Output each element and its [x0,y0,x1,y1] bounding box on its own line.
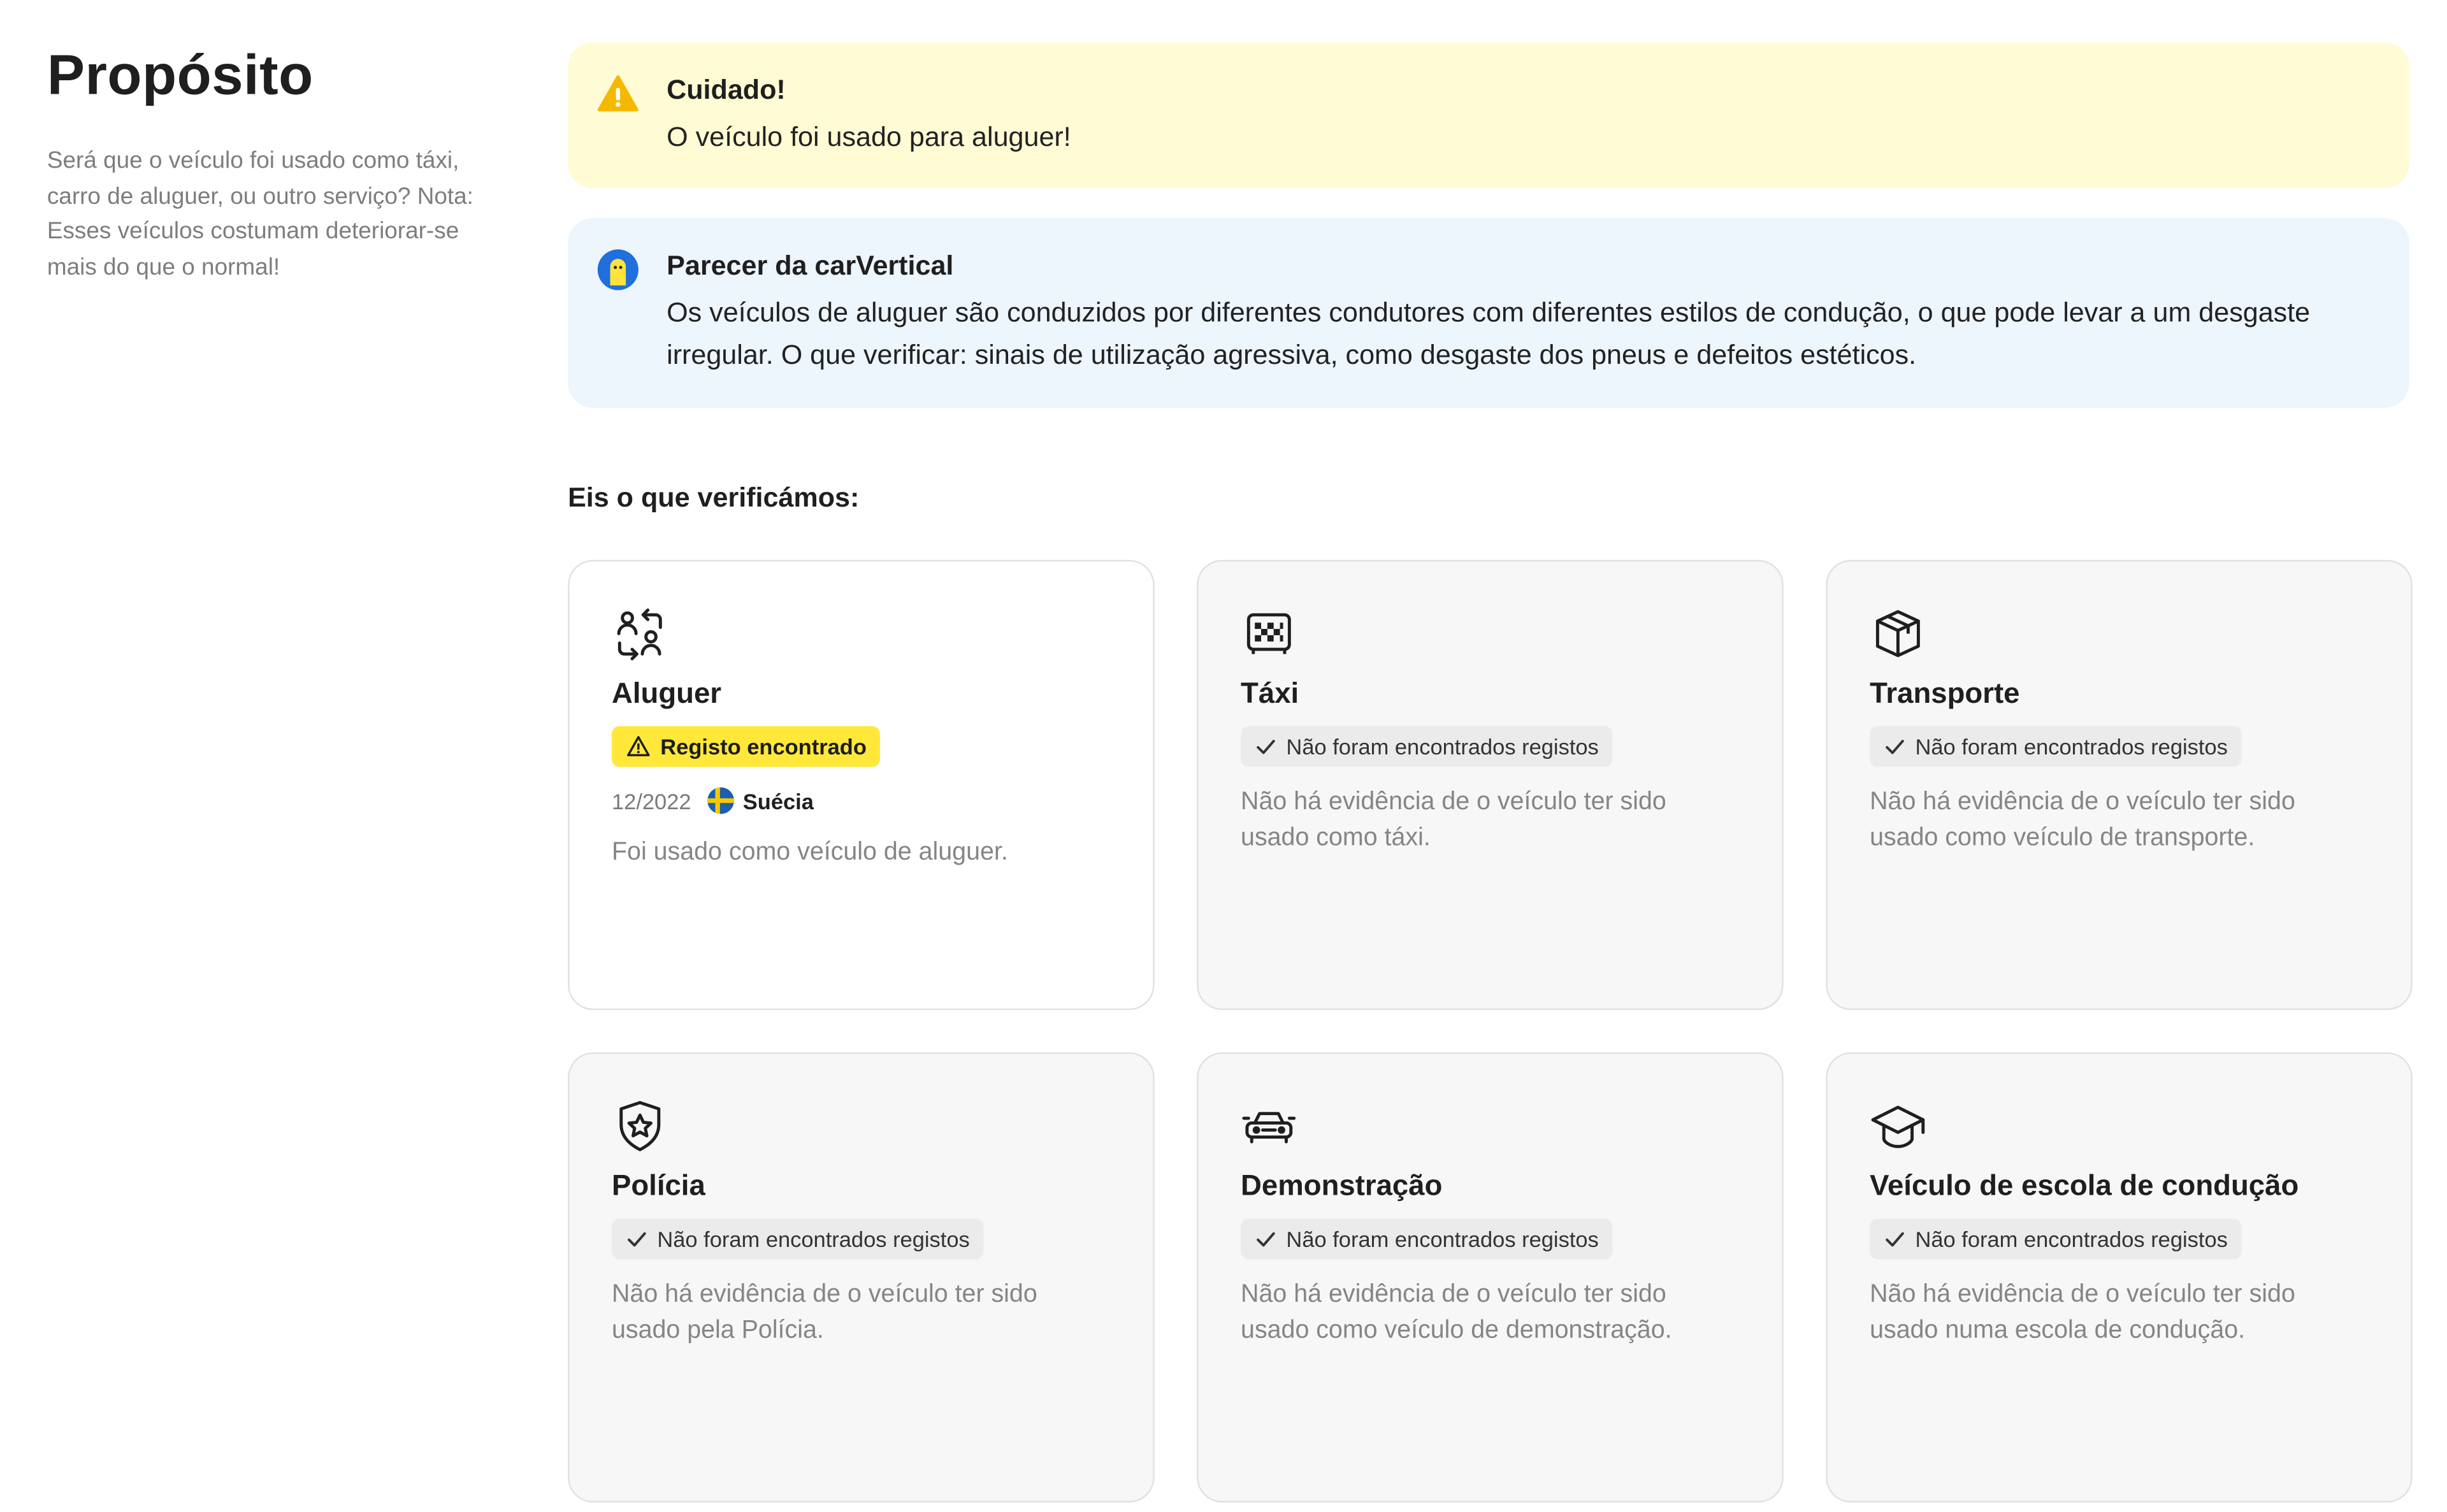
check-title: Veículo de escola de condução [1870,1168,2299,1202]
page-title: Propósito [47,42,314,107]
check-icon [1886,740,1904,754]
check-title: Transporte [1870,675,2020,709]
check-card-taxi: Táxi Não foram encontrados registos Não … [1197,559,1784,1011]
section-description: Será que o veículo foi usado como táxi, … [47,147,473,280]
sweden-flag-icon [707,787,734,814]
warning-triangle-icon [627,736,650,756]
taxi-icon [1246,613,1291,654]
rental-swap-icon [617,608,662,661]
section-main: Cuidado! O veículo foi usado para alugue… [568,42,2413,1503]
status-badge-label: Não foram encontrados registos [1286,1226,1599,1252]
status-badge-label: Registo encontrado [660,733,867,760]
police-shield-icon [619,1100,661,1151]
check-description: Não há evidência de o veículo ter sido u… [1241,789,1666,851]
check-card-rental: Aluguer Registo encontrado 12/2022 Suéci… [568,559,1155,1011]
check-title: Demonstração [1241,1168,1443,1202]
status-badge-label: Não foram encontrados registos [1286,733,1599,760]
record-country-label: Suécia [742,788,814,814]
check-description: Não há evidência de o veículo ter sido u… [1870,789,2295,851]
status-badge: Não foram encontrados registos [611,1218,984,1260]
check-title: Polícia [611,1168,705,1202]
check-title: Táxi [1241,675,1299,709]
check-card-driving-school: Veículo de escola de condução Não foram … [1826,1052,2413,1503]
checks-heading: Eis o que verificámos: [568,481,860,513]
check-description: Não há evidência de o veículo ter sido u… [1241,1281,1672,1344]
check-card-demo: Demonstração Não foram encontrados regis… [1197,1052,1784,1503]
info-alert-text: Os veículos de aluguer são conduzidos po… [667,296,2311,370]
check-icon [1257,740,1275,754]
info-alert: Parecer da carVertical Os veículos de al… [568,218,2409,408]
status-badge-label: Não foram encontrados registos [657,1226,970,1252]
record-date: 12/2022 [611,788,691,814]
warning-alert-text: O veículo foi usado para aluguer! [667,120,1071,152]
status-badge-label: Não foram encontrados registos [1915,733,2228,760]
warning-triangle-icon [597,75,639,112]
section-sidebar: Propósito Será que o veículo foi usado c… [47,41,494,285]
warning-alert-title: Cuidado! [667,73,786,105]
check-description: Foi usado como veículo de aluguer. [611,839,1008,866]
check-description: Não há evidência de o veículo ter sido u… [1870,1281,2295,1344]
check-icon [1257,1232,1275,1247]
status-badge: Registo encontrado [611,726,881,767]
carvertical-mascot-icon [597,249,639,291]
check-card-transport: Transporte Não foram encontrados registo… [1826,559,2413,1011]
info-alert-title: Parecer da carVertical [667,249,954,281]
check-icon [628,1232,646,1247]
status-badge: Não foram encontrados registos [1241,726,1613,767]
check-icon [1886,1232,1904,1247]
status-badge: Não foram encontrados registos [1870,726,2242,767]
graduation-cap-icon [1871,1105,1925,1148]
warning-alert: Cuidado! O veículo foi usado para alugue… [568,42,2409,189]
warning-alert-body: Cuidado! O veículo foi usado para alugue… [667,71,1071,160]
check-card-police: Polícia Não foram encontrados registos N… [568,1052,1155,1503]
check-description: Não há evidência de o veículo ter sido u… [611,1281,1037,1344]
check-title: Aluguer [611,675,722,709]
purpose-section: Propósito Será que o veículo foi usado c… [0,0,2447,1512]
status-badge: Não foram encontrados registos [1870,1218,2242,1260]
record-meta: 12/2022 Suécia [611,787,1111,814]
package-box-icon [1875,610,1920,658]
info-alert-body: Parecer da carVertical Os veículos de al… [667,246,2378,379]
record-country: Suécia [707,787,814,814]
status-badge-label: Não foram encontrados registos [1915,1226,2228,1252]
checks-grid: Aluguer Registo encontrado 12/2022 Suéci… [568,559,2413,1503]
status-badge: Não foram encontrados registos [1241,1218,1613,1260]
demo-car-icon [1242,1112,1296,1144]
